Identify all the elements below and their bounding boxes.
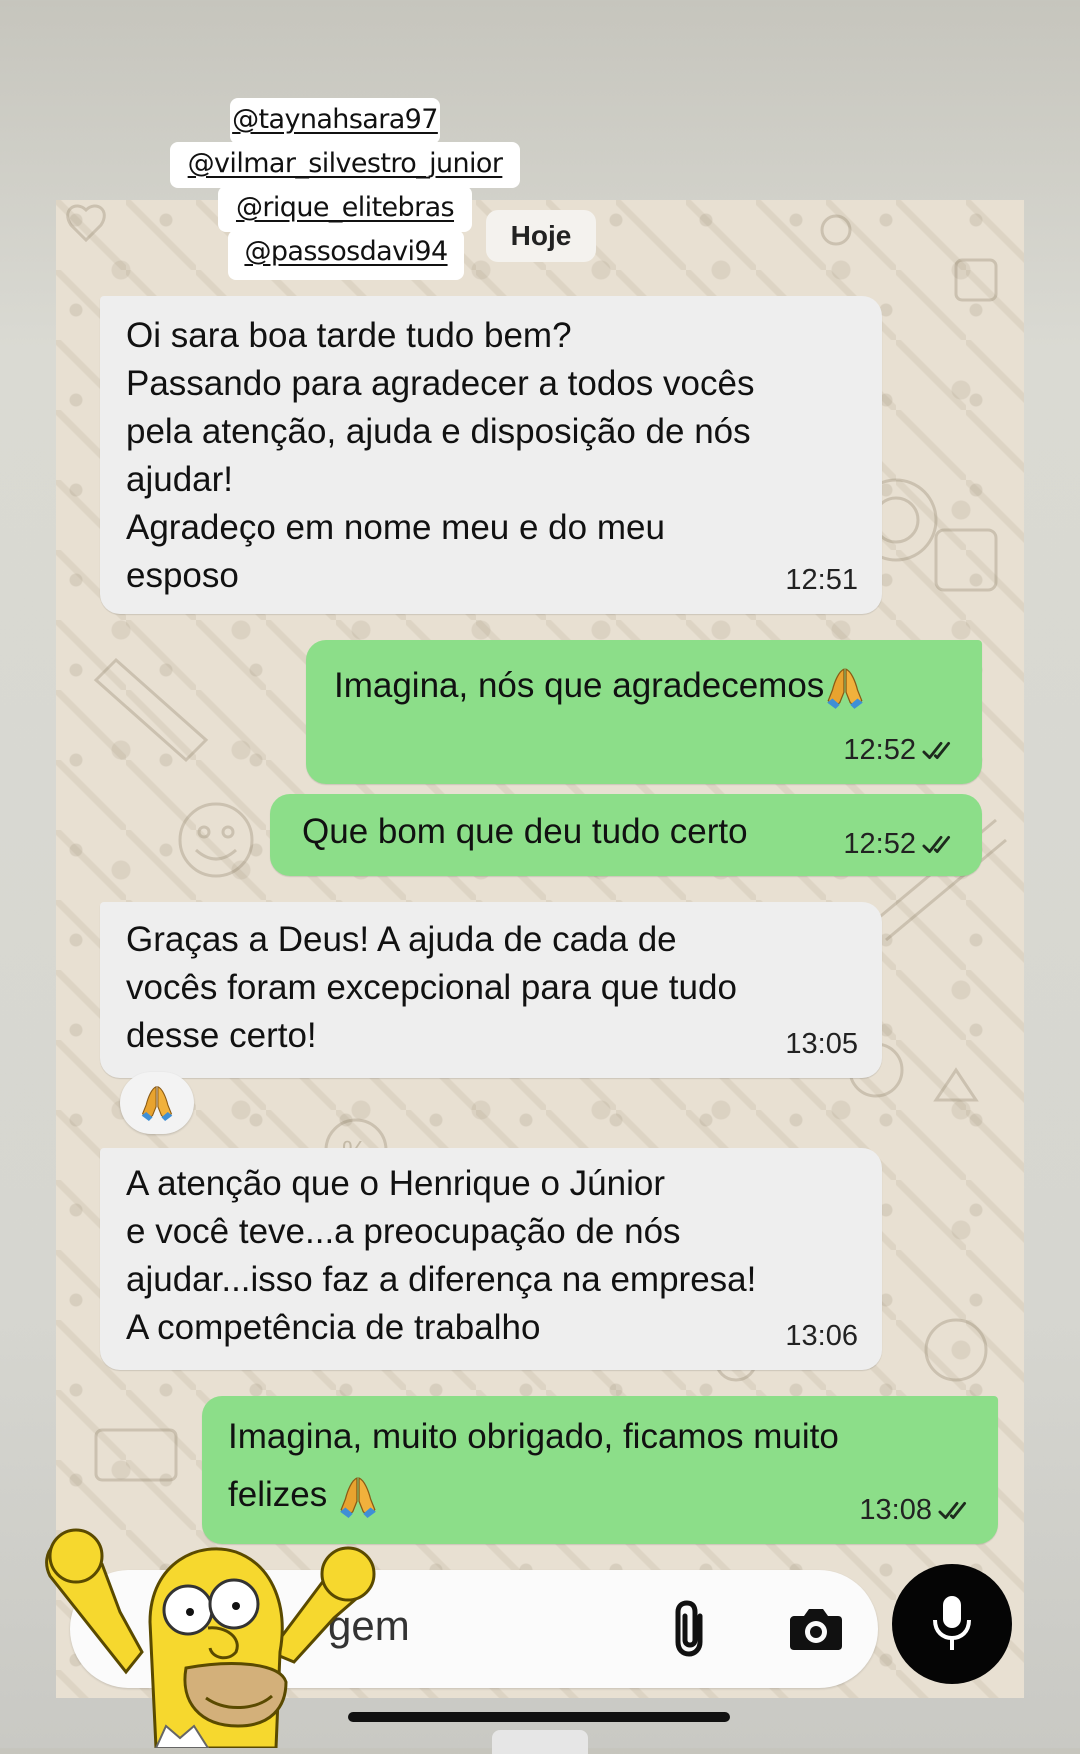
folded-hands-emoji [139,1083,175,1123]
story-peek-tab [492,1730,588,1754]
message-content: Imagina, nós que agradecemos [334,662,866,711]
message-text: Oi sara boa tarde tudo bem? Passando par… [126,316,755,595]
message-time: 13:06 [785,1320,858,1352]
message-reaction[interactable] [120,1072,194,1134]
mention-tag[interactable]: @passosdavi94 [228,230,464,280]
mention-tag[interactable]: @rique_elitebras [218,186,472,232]
mention-tag[interactable]: @taynahsara97 [230,98,440,144]
date-separator: Hoje [486,210,596,262]
message-meta: 12:52 [843,726,960,774]
message-time: 12:52 [843,828,916,860]
microphone-icon [933,1596,971,1650]
double-check-icon [922,833,960,857]
incoming-message[interactable]: Oi sara boa tarde tudo bem? Passando par… [100,296,882,614]
double-check-icon [938,1499,976,1523]
message-meta: 13:08 [859,1486,976,1534]
incoming-message[interactable]: A atenção que o Henrique o Júnior e você… [100,1148,882,1370]
story-mentions: @taynahsara97 @vilmar_silvestro_junior @… [170,98,522,294]
outgoing-message[interactable]: Que bom que deu tudo certo 12:52 [270,794,982,876]
message-text: Imagina, nós que agradecemos [334,666,825,705]
outgoing-message[interactable]: Imagina, nós que agradecemos 12:52 [306,640,982,784]
paperclip-icon[interactable] [670,1600,710,1663]
camera-icon[interactable] [788,1604,844,1659]
message-text: Que bom que deu tudo certo [302,812,748,851]
message-meta: 12:52 [843,820,960,868]
message-time: 13:05 [785,1028,858,1060]
message-time: 13:08 [859,1494,932,1526]
homer-sticker [45,1528,376,1748]
message-time: 12:51 [785,564,858,596]
mention-tag[interactable]: @vilmar_silvestro_junior [170,142,520,188]
double-check-icon [922,739,960,763]
message-time: 12:52 [843,734,916,766]
message-content: Imagina, muito obrigado, ficamos muito f… [228,1408,839,1524]
message-text: Imagina, muito obrigado, ficamos muito f… [228,1417,839,1514]
message-text: Graças a Deus! A ajuda de cada de vocês … [126,920,737,1055]
microphone-button[interactable] [892,1564,1012,1684]
incoming-message[interactable]: Graças a Deus! A ajuda de cada de vocês … [100,902,882,1078]
folded-hands-emoji [824,665,866,711]
home-indicator[interactable] [348,1712,730,1722]
message-text: A atenção que o Henrique o Júnior e você… [126,1164,757,1347]
